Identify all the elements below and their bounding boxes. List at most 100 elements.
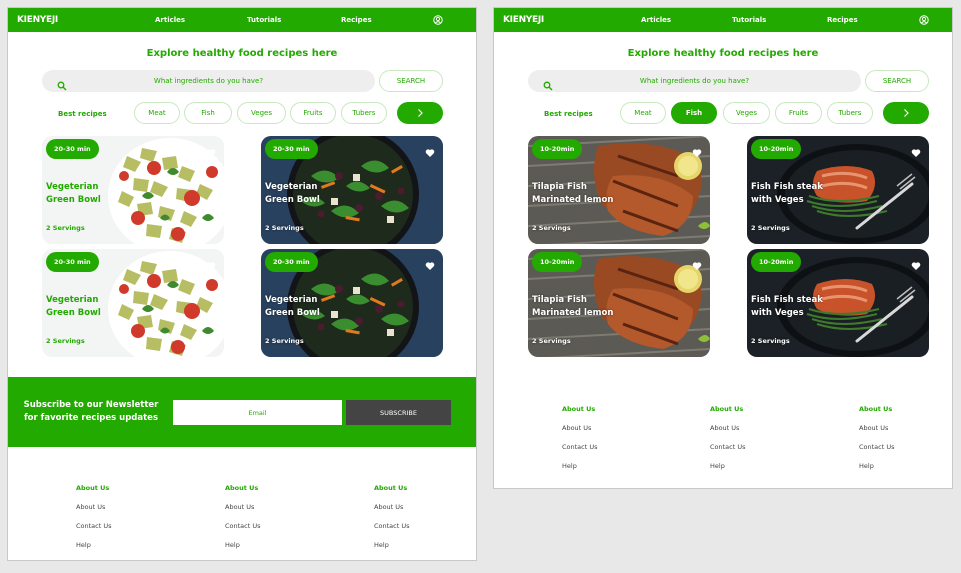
recipe-title: Tilapia Fish Marinated lemon <box>532 182 614 205</box>
footer-column: About Us About Us Contact Us Help <box>76 484 112 560</box>
footer-heading[interactable]: About Us <box>710 405 746 413</box>
footer-link-about[interactable]: About Us <box>76 503 112 511</box>
chip-tubers[interactable]: Tubers <box>827 102 873 124</box>
recipe-card[interactable]: 20-30 min Vegeterian Green Bowl 2 Servin… <box>42 249 224 357</box>
user-circle-icon[interactable] <box>919 15 929 25</box>
chip-veges[interactable]: Veges <box>723 102 770 124</box>
time-badge: 20-30 min <box>46 252 99 272</box>
search-bar <box>528 70 861 92</box>
email-field[interactable] <box>173 400 342 425</box>
heart-icon[interactable] <box>911 143 921 153</box>
nav-link-articles[interactable]: Articles <box>641 16 671 24</box>
recipe-title: Vegeterian Green Bowl <box>265 295 320 318</box>
footer-link-help[interactable]: Help <box>562 462 598 470</box>
recipe-title: Vegeterian Green Bowl <box>46 182 101 205</box>
footer-heading[interactable]: About Us <box>374 484 410 492</box>
footer-link-contact[interactable]: Contact Us <box>710 443 746 451</box>
top-navbar: KIENYEJI Articles Tutorials Recipes <box>494 8 952 32</box>
chip-fish[interactable]: Fish <box>671 102 717 124</box>
search-input[interactable] <box>42 70 375 92</box>
footer-column: About Us About Us Contact Us Help <box>374 484 410 560</box>
newsletter-section: Subscribe to our Newsletter for favorite… <box>8 377 476 447</box>
footer-link-contact[interactable]: Contact Us <box>562 443 598 451</box>
search-input[interactable] <box>528 70 861 92</box>
recipe-card[interactable]: 20-30 min Vegeterian Green Bowl 2 Servin… <box>261 136 443 244</box>
recipe-servings: 2 Servings <box>532 337 571 345</box>
next-category-button[interactable] <box>397 102 443 124</box>
time-badge: 20-30 min <box>265 252 318 272</box>
nav-link-recipes[interactable]: Recipes <box>827 16 858 24</box>
recipe-title: Vegeterian Green Bowl <box>265 182 320 205</box>
recipe-title: Tilapia Fish Marinated lemon <box>532 295 614 318</box>
recipe-card[interactable]: 10-20min Tilapia Fish Marinated lemon 2 … <box>528 136 710 244</box>
footer-link-contact[interactable]: Contact Us <box>225 522 261 530</box>
recipe-servings: 2 Servings <box>265 224 304 232</box>
logo[interactable]: KIENYEJI <box>503 15 544 25</box>
nav-link-tutorials[interactable]: Tutorials <box>732 16 766 24</box>
recipe-card[interactable]: 10-20min Fish Fish steak with Veges 2 Se… <box>747 136 929 244</box>
screen-fish-recipes: KIENYEJI Articles Tutorials Recipes Expl… <box>493 7 953 489</box>
chip-veges[interactable]: Veges <box>237 102 286 124</box>
heart-icon[interactable] <box>206 256 216 266</box>
chip-fruits[interactable]: Fruits <box>775 102 822 124</box>
search-button[interactable]: SEARCH <box>379 70 443 92</box>
footer-link-about[interactable]: About Us <box>225 503 261 511</box>
best-recipes-label: Best recipes <box>58 110 107 118</box>
logo[interactable]: KIENYEJI <box>17 15 58 25</box>
footer-link-contact[interactable]: Contact Us <box>859 443 895 451</box>
footer-column: About Us About Us Contact Us Help <box>562 405 598 481</box>
heart-icon[interactable] <box>425 143 435 153</box>
footer-link-about[interactable]: About Us <box>859 424 895 432</box>
subscribe-button[interactable]: SUBSCRIBE <box>346 400 451 425</box>
user-circle-icon[interactable] <box>433 15 443 25</box>
recipe-servings: 2 Servings <box>751 224 790 232</box>
recipe-card[interactable]: 10-20min Tilapia Fish Marinated lemon 2 … <box>528 249 710 357</box>
footer-heading[interactable]: About Us <box>225 484 261 492</box>
newsletter-text: Subscribe to our Newsletter for favorite… <box>23 400 159 423</box>
chip-fish[interactable]: Fish <box>184 102 232 124</box>
recipe-servings: 2 Servings <box>46 224 85 232</box>
chip-meat[interactable]: Meat <box>620 102 666 124</box>
next-category-button[interactable] <box>883 102 929 124</box>
heart-icon[interactable] <box>692 256 702 266</box>
recipe-title: Fish Fish steak with Veges <box>751 182 823 205</box>
chevron-right-icon <box>415 108 425 118</box>
footer-link-help[interactable]: Help <box>225 541 261 549</box>
heart-icon[interactable] <box>206 143 216 153</box>
page-headline: Explore healthy food recipes here <box>627 48 819 59</box>
nav-link-recipes[interactable]: Recipes <box>341 16 372 24</box>
footer-link-help[interactable]: Help <box>710 462 746 470</box>
footer-heading[interactable]: About Us <box>562 405 598 413</box>
chip-tubers[interactable]: Tubers <box>341 102 387 124</box>
footer-link-contact[interactable]: Contact Us <box>76 522 112 530</box>
recipe-card[interactable]: 20-30 min Vegeterian Green Bowl 2 Servin… <box>261 249 443 357</box>
footer-link-help[interactable]: Help <box>859 462 895 470</box>
chip-fruits[interactable]: Fruits <box>290 102 336 124</box>
nav-link-tutorials[interactable]: Tutorials <box>247 16 281 24</box>
chip-meat[interactable]: Meat <box>134 102 180 124</box>
footer-link-help[interactable]: Help <box>374 541 410 549</box>
time-badge: 20-30 min <box>265 139 318 159</box>
nav-link-articles[interactable]: Articles <box>155 16 185 24</box>
footer-link-about[interactable]: About Us <box>710 424 746 432</box>
footer-column: About Us About Us Contact Us Help <box>859 405 895 481</box>
footer-link-contact[interactable]: Contact Us <box>374 522 410 530</box>
chevron-right-icon <box>901 108 911 118</box>
search-icon <box>543 76 553 86</box>
top-navbar: KIENYEJI Articles Tutorials Recipes <box>8 8 476 32</box>
footer-heading[interactable]: About Us <box>76 484 112 492</box>
footer-link-help[interactable]: Help <box>76 541 112 549</box>
search-button[interactable]: SEARCH <box>865 70 929 92</box>
footer-link-about[interactable]: About Us <box>562 424 598 432</box>
footer-column: About Us About Us Contact Us Help <box>710 405 746 481</box>
time-badge: 10-20min <box>532 252 583 272</box>
heart-icon[interactable] <box>911 256 921 266</box>
footer-heading[interactable]: About Us <box>859 405 895 413</box>
footer-link-about[interactable]: About Us <box>374 503 410 511</box>
recipe-card[interactable]: 10-20min Fish Fish steak with Veges 2 Se… <box>747 249 929 357</box>
heart-icon[interactable] <box>692 143 702 153</box>
heart-icon[interactable] <box>425 256 435 266</box>
page-headline: Explore healthy food recipes here <box>146 48 338 59</box>
recipe-card[interactable]: 20-30 min Vegeterian Green Bowl 2 Servin… <box>42 136 224 244</box>
recipe-servings: 2 Servings <box>532 224 571 232</box>
